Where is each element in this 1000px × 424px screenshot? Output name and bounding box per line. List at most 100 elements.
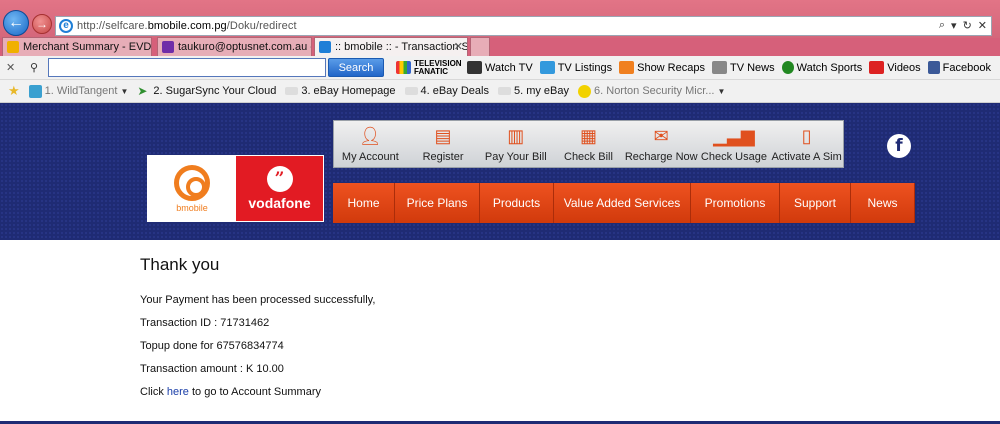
transaction-amount: Transaction amount : K 10.00 <box>140 363 284 375</box>
ebay-icon <box>404 87 418 95</box>
click-prefix: Click <box>140 386 167 398</box>
quick-link-label: Register <box>422 151 464 163</box>
nav-support[interactable]: Support <box>780 183 851 223</box>
facebook-icon[interactable]: f <box>887 134 911 158</box>
close-toolbar-icon[interactable]: ✕ <box>6 61 22 74</box>
sugarsync-icon: ➤ <box>137 83 148 98</box>
toolbar-tv-news[interactable]: TV News <box>711 61 775 74</box>
fav-label: 2. SugarSync Your Cloud <box>153 85 277 97</box>
toolbar-watch-tv[interactable]: Watch TV <box>467 61 533 74</box>
toolbar-tv-listings[interactable]: TV Listings <box>539 61 612 74</box>
television-fanatic-logo[interactable]: TELEVISION FANATIC <box>396 59 462 76</box>
bmobile-logo: bmobile <box>148 156 236 221</box>
chevron-down-icon: ▼ <box>120 86 129 96</box>
norton-icon <box>578 84 592 98</box>
fav-wildtangent[interactable]: 1. WildTangent ▼ <box>28 84 129 98</box>
click-suffix: to go to Account Summary <box>188 386 321 398</box>
tab-label: Merchant Summary - EVD App <box>23 41 152 53</box>
fav-sugarsync[interactable]: ➤ 2. SugarSync Your Cloud <box>137 83 277 98</box>
address-tools: ⌕ ▾ ↻ ✕ <box>939 19 987 32</box>
user-icon: 👤︎ <box>358 126 382 146</box>
fav-ebay-homepage[interactable]: 3. eBay Homepage <box>285 85 396 97</box>
quick-link-label: My Account <box>341 151 399 163</box>
arrow-right-icon: → <box>36 17 48 31</box>
topup-number: Topup done for 67576834774 <box>140 340 284 352</box>
quick-link-check-usage[interactable]: ▁▃▆ Check Usage <box>698 121 771 167</box>
tab-optusnet-mail[interactable]: taukuro@optusnet.com.au - ... <box>157 37 312 56</box>
fav-norton[interactable]: 6. Norton Security Micr... ▼ <box>578 84 726 98</box>
fav-ebay-deals[interactable]: 4. eBay Deals <box>404 85 489 97</box>
fav-label: 1. WildTangent <box>44 85 118 97</box>
favorites-star-icon[interactable]: ★ <box>8 83 20 99</box>
brand-logos[interactable]: bmobile ” vodafone <box>147 155 324 222</box>
vodafone-label: vodafone <box>248 195 311 211</box>
quick-link-label: Pay Your Bill <box>484 151 547 163</box>
recaps-icon <box>619 61 635 74</box>
bmobile-ring-icon <box>174 164 210 201</box>
toolbar-search-input[interactable] <box>48 58 326 77</box>
payment-confirmation: Thank you Your Payment has been processe… <box>140 255 840 409</box>
sports-icon <box>781 61 794 74</box>
back-button[interactable]: ← <box>3 10 29 36</box>
youtube-icon <box>869 61 885 74</box>
toolbar-search-button[interactable]: Search <box>328 58 384 77</box>
ebay-icon <box>285 87 299 95</box>
toolbar-item-label: Watch Sports <box>796 61 863 74</box>
quick-link-label: Activate A Sim <box>771 151 842 163</box>
stop-icon[interactable]: ✕ <box>978 19 987 32</box>
tab-bmobile-transaction[interactable]: :: bmobile :: - Transaction S... ✕ <box>314 37 468 56</box>
tv-listings-icon <box>539 61 555 74</box>
refresh-icon[interactable]: ↻ <box>963 19 972 32</box>
quick-link-recharge-now[interactable]: ✉ Recharge Now <box>625 121 698 167</box>
tab-merchant-summary[interactable]: Merchant Summary - EVD App <box>2 37 152 56</box>
fav-label: 5. my eBay <box>513 85 570 97</box>
arrow-left-icon: ← <box>8 14 24 31</box>
quick-link-label: Check Bill <box>564 151 613 163</box>
fav-label: 3. eBay Homepage <box>301 85 396 97</box>
address-bar[interactable]: e http://selfcare.bmobile.com.pg/Doku/re… <box>55 16 992 36</box>
toolbar-show-recaps[interactable]: Show Recaps <box>619 61 705 74</box>
toolbar-item-label: TV News <box>729 61 775 74</box>
nav-home[interactable]: Home <box>333 183 395 223</box>
quick-link-activate-sim[interactable]: ▯ Activate A Sim <box>770 121 843 167</box>
vodafone-logo: ” vodafone <box>236 156 323 221</box>
nav-products[interactable]: Products <box>480 183 554 223</box>
new-tab-button[interactable] <box>470 37 490 56</box>
register-form-icon: ▤ <box>434 126 452 146</box>
toolbar-item-label: Watch TV <box>485 61 533 74</box>
chevron-down-icon: ▼ <box>717 86 726 96</box>
favorites-bar: ★ 1. WildTangent ▼ ➤ 2. SugarSync Your Cl… <box>0 80 1000 103</box>
close-tab-icon[interactable]: ✕ <box>454 40 463 53</box>
toolbar-facebook[interactable]: Facebook <box>927 61 991 74</box>
nav-price-plans[interactable]: Price Plans <box>395 183 480 223</box>
search-icon[interactable]: ⌕ <box>939 19 945 32</box>
transaction-id: Transaction ID : 71731462 <box>140 317 270 329</box>
dropdown-icon[interactable]: ▾ <box>951 19 957 32</box>
forward-button[interactable]: → <box>32 14 52 34</box>
toolbar-videos[interactable]: Videos <box>869 61 921 74</box>
main-nav: Home Price Plans Products Value Added Se… <box>333 183 915 223</box>
browser-chrome: ← → e http://selfcare.bmobile.com.pg/Dok… <box>0 0 1000 103</box>
wildtangent-icon <box>28 84 42 98</box>
toolbar-watch-sports[interactable]: Watch Sports <box>781 61 863 74</box>
nav-promotions[interactable]: Promotions <box>691 183 780 223</box>
nav-value-added-services[interactable]: Value Added Services <box>554 183 691 223</box>
ie-favicon-icon <box>319 41 331 53</box>
quick-link-label: Check Usage <box>700 151 767 163</box>
color-bars-icon <box>396 61 411 74</box>
quick-link-check-bill[interactable]: ▦ Check Bill <box>552 121 625 167</box>
account-summary-link[interactable]: here <box>167 386 189 398</box>
quick-links-bar: 👤︎ My Account ▤ Register ▥ Pay Your Bill ▦ C… <box>333 120 844 168</box>
tab-label: :: bmobile :: - Transaction S... <box>335 41 468 53</box>
fav-label: 6. Norton Security Micr... <box>594 85 715 97</box>
quick-link-register[interactable]: ▤ Register <box>407 121 480 167</box>
fav-label: 4. eBay Deals <box>420 85 489 97</box>
fav-my-ebay[interactable]: 5. my eBay <box>497 85 570 97</box>
success-message: Your Payment has been processed successf… <box>140 294 376 306</box>
check-bill-icon: ▦ <box>579 126 597 146</box>
quick-link-my-account[interactable]: 👤︎ My Account <box>334 121 407 167</box>
address-url[interactable]: http://selfcare.bmobile.com.pg/Doku/redi… <box>77 20 297 32</box>
bmobile-label: bmobile <box>176 202 208 213</box>
nav-news[interactable]: News <box>851 183 915 223</box>
quick-link-pay-your-bill[interactable]: ▥ Pay Your Bill <box>479 121 552 167</box>
